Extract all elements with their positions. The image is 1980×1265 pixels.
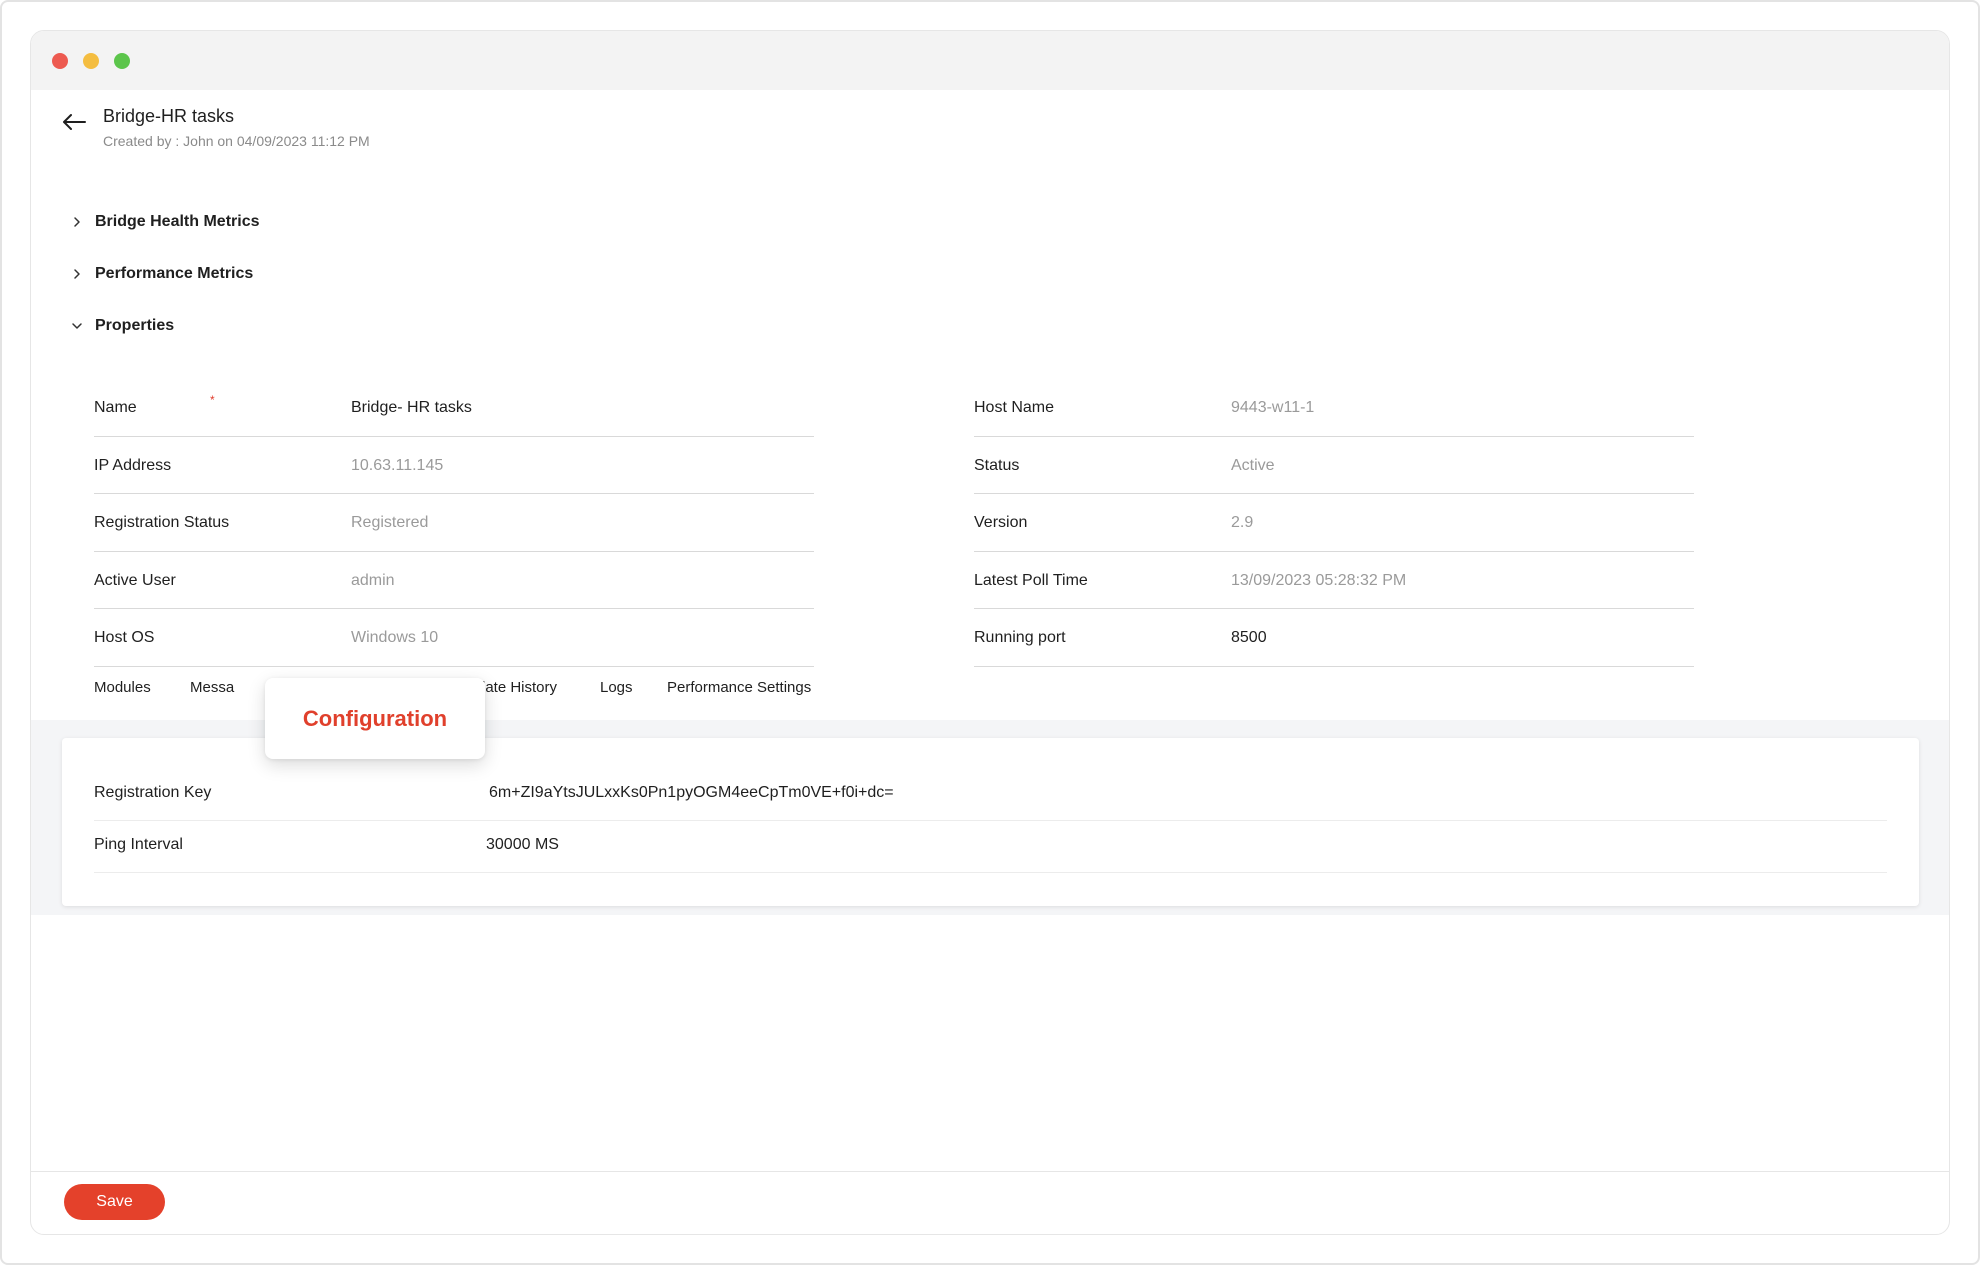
property-label: Status	[974, 456, 1020, 474]
minimize-dot[interactable]	[83, 53, 99, 69]
properties-right-column: Host Name 9443-w11-1 Status Active Versi…	[974, 379, 1694, 667]
property-label: Name	[94, 399, 137, 416]
property-label: IP Address	[94, 456, 172, 474]
section-performance-metrics[interactable]: Performance Metrics	[71, 262, 253, 286]
property-value: Registered	[351, 514, 429, 531]
property-row-host-name: Host Name 9443-w11-1	[974, 379, 1694, 437]
property-label: Host Name	[974, 399, 1055, 416]
property-row-ip-address: IP Address 10.63.11.145	[94, 437, 814, 494]
tab-performance-settings[interactable]: Performance Settings	[667, 679, 811, 696]
property-label: Version	[974, 514, 1028, 531]
maximize-dot[interactable]	[114, 53, 130, 69]
section-label: Bridge Health Metrics	[95, 213, 260, 230]
tab-configuration[interactable]: Configuration	[265, 678, 485, 759]
close-dot[interactable]	[52, 53, 68, 69]
property-label: Running port	[974, 629, 1066, 646]
property-value: Active	[1231, 456, 1275, 474]
config-row-registration-key: Registration Key 6m+ZI9aYtsJULxxKs0Pn1py…	[94, 769, 1887, 821]
section-properties[interactable]: Properties	[71, 314, 174, 338]
property-value: 13/09/2023 05:28:32 PM	[1231, 571, 1407, 589]
page-subtitle: Created by : John on 04/09/2023 11:12 PM	[103, 133, 370, 149]
config-value[interactable]: 30000 MS	[486, 836, 559, 854]
section-label: Properties	[95, 317, 175, 334]
chevron-right-icon	[74, 217, 80, 227]
chevron-right-icon	[74, 269, 80, 279]
tab-logs[interactable]: Logs	[600, 679, 633, 696]
config-label: Ping Interval	[94, 836, 183, 853]
property-value: 10.63.11.145	[351, 456, 444, 474]
property-row-status: Status Active	[974, 437, 1694, 494]
property-value[interactable]: Bridge- HR tasks	[351, 399, 472, 417]
properties-left-column: Name * Bridge- HR tasks IP Address 10.63…	[94, 379, 814, 667]
tab-update-history[interactable]: late History	[482, 679, 557, 696]
property-label: Latest Poll Time	[974, 571, 1088, 589]
property-label: Registration Status	[94, 514, 230, 531]
config-label: Registration Key	[94, 784, 212, 801]
chevron-down-icon	[72, 323, 82, 329]
tab-configuration-label: Configuration	[302, 705, 448, 731]
property-label: Active User	[94, 571, 176, 589]
config-row-ping-interval: Ping Interval 30000 MS	[94, 821, 1887, 873]
config-value[interactable]: 6m+ZI9aYtsJULxxKs0Pn1pyOGM4eeCpTm0VE+f0i…	[489, 784, 894, 802]
property-label: Host OS	[94, 629, 155, 646]
page-title: Bridge-HR tasks	[103, 106, 235, 126]
arrow-left-icon[interactable]	[61, 112, 87, 132]
property-value: admin	[351, 571, 395, 589]
property-row-host-os: Host OS Windows 10	[94, 609, 814, 667]
property-value: Windows 10	[351, 629, 439, 646]
configuration-card: Registration Key 6m+ZI9aYtsJULxxKs0Pn1py…	[62, 738, 1919, 906]
save-button[interactable]: Save	[64, 1184, 165, 1220]
property-value[interactable]: 8500	[1231, 629, 1267, 647]
property-value: 9443-w11-1	[1231, 399, 1315, 416]
property-row-name: Name * Bridge- HR tasks	[94, 379, 814, 437]
property-value: 2.9	[1231, 514, 1254, 531]
tab-modules[interactable]: Modules	[94, 679, 151, 696]
tab-messages[interactable]: Messa	[190, 679, 234, 696]
footer-divider	[31, 1171, 1949, 1172]
app-window: Bridge-HR tasks Created by : John on 04/…	[30, 30, 1950, 1235]
property-row-registration-status: Registration Status Registered	[94, 494, 814, 552]
section-label: Performance Metrics	[95, 265, 254, 282]
property-row-active-user: Active User admin	[94, 552, 814, 609]
required-indicator: *	[210, 393, 215, 407]
property-row-running-port: Running port 8500	[974, 609, 1694, 667]
property-row-latest-poll-time: Latest Poll Time 13/09/2023 05:28:32 PM	[974, 552, 1694, 609]
window-titlebar	[31, 31, 1949, 90]
property-row-version: Version 2.9	[974, 494, 1694, 552]
section-bridge-health-metrics[interactable]: Bridge Health Metrics	[71, 210, 259, 234]
